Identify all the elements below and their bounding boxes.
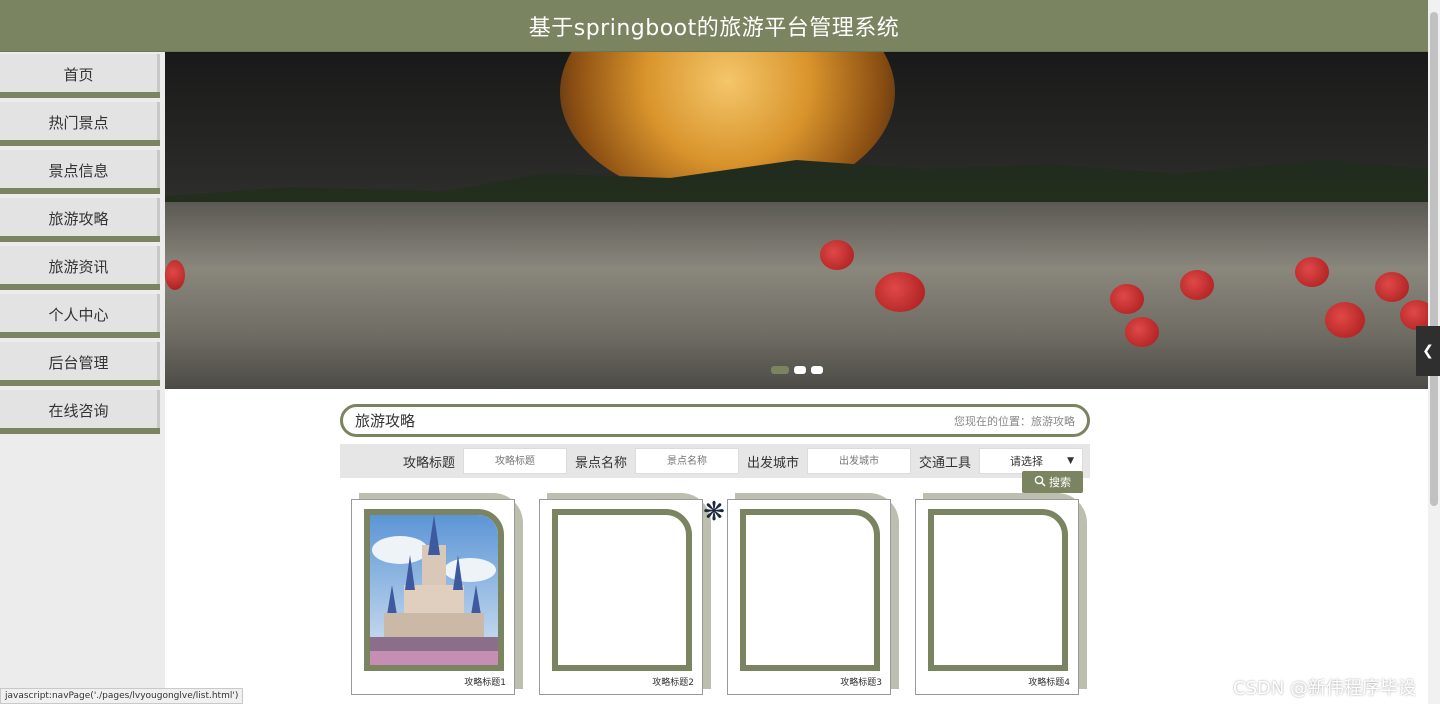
sidebar-item-label[interactable]: 在线咨询 bbox=[0, 390, 160, 430]
card-body: 攻略标题4 bbox=[915, 499, 1079, 695]
carousel-dot-2[interactable] bbox=[794, 366, 806, 374]
poppy-flower bbox=[875, 272, 925, 312]
section-header: 旅游攻略 您现在的位置：旅游攻略 bbox=[340, 404, 1090, 437]
banner-carousel[interactable] bbox=[165, 52, 1428, 389]
search-filter-bar: 攻略标题 景点名称 出发城市 交通工具 请选择 ▼ bbox=[340, 444, 1090, 478]
sidebar-item-underline bbox=[0, 428, 160, 434]
poppy-flower bbox=[1325, 302, 1365, 338]
card-body: 攻略标题2 bbox=[539, 499, 703, 695]
carousel-dot-3[interactable] bbox=[811, 366, 823, 374]
title-filter-input[interactable] bbox=[462, 448, 567, 474]
sidebar-item-underline bbox=[0, 380, 160, 386]
page: 基于springboot的旅游平台管理系统 首页 热门景点 景点信息 旅游攻略 … bbox=[0, 0, 1440, 704]
castle-image bbox=[370, 515, 498, 665]
card-image-frame bbox=[552, 509, 692, 671]
poppy-flower bbox=[1180, 270, 1214, 300]
sidebar-item-label[interactable]: 个人中心 bbox=[0, 294, 160, 334]
guide-card[interactable]: 攻略标题4 bbox=[915, 493, 1087, 695]
sidebar-item-hot-spots[interactable]: 热门景点 bbox=[0, 100, 160, 148]
poppy-flower bbox=[165, 260, 185, 290]
poppy-flower bbox=[1295, 257, 1329, 287]
guide-card[interactable]: 攻略标题3 bbox=[727, 493, 899, 695]
site-title: 基于springboot的旅游平台管理系统 bbox=[528, 15, 900, 41]
search-icon bbox=[1034, 475, 1046, 490]
page-title: 旅游攻略 bbox=[355, 412, 416, 430]
card-image-frame bbox=[364, 509, 504, 671]
search-button-label: 搜索 bbox=[1049, 476, 1071, 489]
sidebar-item-spot-info[interactable]: 景点信息 bbox=[0, 148, 160, 196]
carousel-indicators bbox=[771, 366, 823, 374]
card-image-frame bbox=[928, 509, 1068, 671]
browser-status-bar: javascript:navPage('./pages/lvyougonglve… bbox=[0, 688, 244, 704]
sidebar-item-label[interactable]: 旅游资讯 bbox=[0, 246, 160, 286]
sidebar-item-underline bbox=[0, 92, 160, 98]
guide-card[interactable]: 攻略标题1 bbox=[351, 493, 523, 695]
card-body: 攻略标题3 bbox=[727, 499, 891, 695]
site-header: 基于springboot的旅游平台管理系统 bbox=[0, 0, 1428, 52]
poppy-flower bbox=[1110, 284, 1144, 314]
loading-spinner-icon: ❋ bbox=[703, 497, 725, 527]
transport-select-value: 请选择 bbox=[1010, 455, 1043, 468]
sidebar-nav: 首页 热门景点 景点信息 旅游攻略 旅游资讯 个人中心 后台管理 在线咨询 bbox=[0, 52, 165, 704]
banner-field bbox=[165, 202, 1428, 389]
sidebar-item-online-consult[interactable]: 在线咨询 bbox=[0, 388, 160, 436]
poppy-flower bbox=[1375, 272, 1409, 302]
sidebar-item-home[interactable]: 首页 bbox=[0, 52, 160, 100]
city-filter-input[interactable] bbox=[806, 448, 911, 474]
sidebar-item-label[interactable]: 首页 bbox=[0, 54, 160, 94]
sidebar-item-travel-news[interactable]: 旅游资讯 bbox=[0, 244, 160, 292]
card-title[interactable]: 攻略标题2 bbox=[652, 675, 694, 688]
sidebar-item-label[interactable]: 景点信息 bbox=[0, 150, 160, 190]
guide-card[interactable]: 攻略标题2 bbox=[539, 493, 711, 695]
card-title[interactable]: 攻略标题4 bbox=[1028, 675, 1070, 688]
poppy-flower bbox=[1125, 317, 1159, 347]
sidebar-item-underline bbox=[0, 140, 160, 146]
spot-filter-input[interactable] bbox=[634, 448, 739, 474]
sidebar-item-underline bbox=[0, 284, 160, 290]
sidebar-item-travel-guides[interactable]: 旅游攻略 bbox=[0, 196, 160, 244]
sidebar-item-personal-center[interactable]: 个人中心 bbox=[0, 292, 160, 340]
city-filter-label: 出发城市 bbox=[746, 455, 799, 471]
poppy-flower bbox=[820, 240, 854, 270]
sidebar-item-underline bbox=[0, 236, 160, 242]
sidebar-item-underline bbox=[0, 332, 160, 338]
search-button[interactable]: 搜索 bbox=[1022, 471, 1083, 493]
card-body: 攻略标题1 bbox=[351, 499, 515, 695]
sidebar-item-label[interactable]: 后台管理 bbox=[0, 342, 160, 382]
spot-filter-label: 景点名称 bbox=[574, 455, 627, 471]
sidebar-item-label[interactable]: 热门景点 bbox=[0, 102, 160, 142]
chevron-down-icon: ▼ bbox=[1067, 456, 1074, 466]
watermark: CSDN @新伟程序毕设 bbox=[1233, 678, 1417, 699]
main-content: 旅游攻略 您现在的位置：旅游攻略 攻略标题 景点名称 出发城市 交通工具 请选择… bbox=[340, 404, 1090, 493]
scrollbar-thumb[interactable] bbox=[1430, 12, 1438, 506]
card-image-frame bbox=[740, 509, 880, 671]
card-title[interactable]: 攻略标题3 bbox=[840, 675, 882, 688]
transport-filter-label: 交通工具 bbox=[918, 455, 971, 471]
card-title[interactable]: 攻略标题1 bbox=[464, 675, 506, 688]
sidebar-item-underline bbox=[0, 188, 160, 194]
sidebar-item-label[interactable]: 旅游攻略 bbox=[0, 198, 160, 238]
breadcrumb: 您现在的位置：旅游攻略 bbox=[954, 414, 1075, 428]
chevron-left-icon[interactable]: ❮ bbox=[1416, 326, 1440, 376]
title-filter-label: 攻略标题 bbox=[402, 455, 455, 471]
carousel-dot-1[interactable] bbox=[771, 366, 789, 374]
sidebar-item-admin[interactable]: 后台管理 bbox=[0, 340, 160, 388]
